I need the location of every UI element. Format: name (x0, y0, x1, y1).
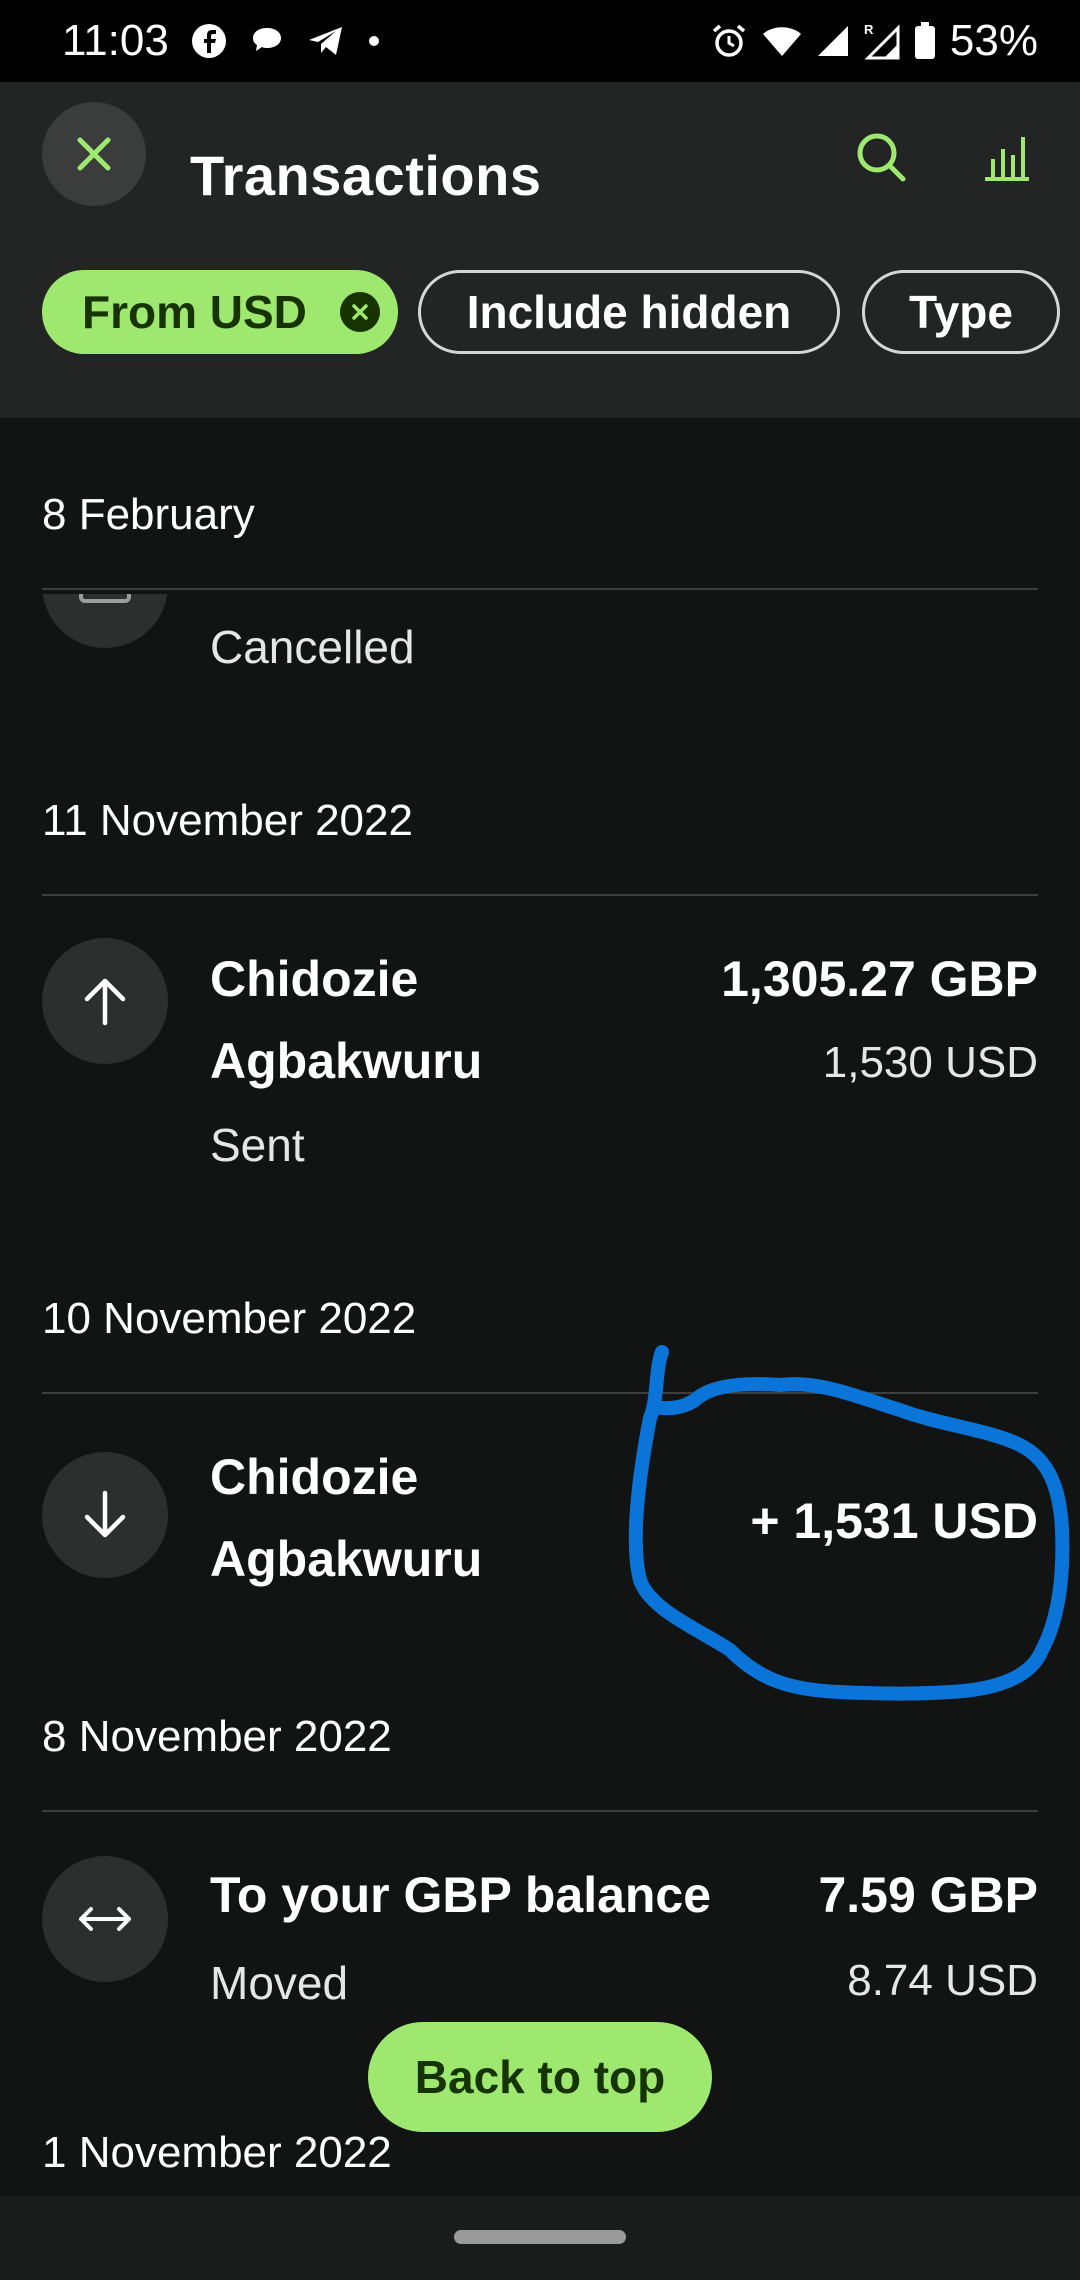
arrow-up-icon (84, 978, 126, 1026)
remove-filter-icon[interactable] (340, 292, 380, 332)
facebook-icon (191, 23, 227, 59)
transaction-sub-amount: 1,530 USD (822, 1038, 1038, 1087)
date-header: 1 November 2022 (42, 2128, 392, 2177)
search-button[interactable] (846, 122, 916, 192)
divider (42, 894, 1038, 896)
transaction-icon (42, 938, 168, 1064)
page-title: Transactions (190, 144, 542, 198)
date-header: 11 November 2022 (42, 796, 413, 845)
chat-bubble-icon (249, 23, 285, 59)
divider (42, 1810, 1038, 1812)
date-header: 8 November 2022 (42, 1712, 392, 1761)
transaction-status: Sent (210, 1119, 305, 1171)
system-nav-bar (0, 2196, 1080, 2280)
app-header: Transactions From USD Include hidden Typ… (0, 82, 1080, 418)
home-gesture-handle[interactable] (454, 2230, 626, 2244)
transaction-sub-amount: 8.74 USD (847, 1956, 1038, 2005)
search-icon (857, 133, 906, 182)
filter-chip-include-hidden[interactable]: Include hidden (418, 270, 840, 354)
close-icon (77, 137, 111, 171)
status-right: R 53% (710, 16, 1038, 66)
telegram-icon (307, 23, 345, 59)
signal-roaming-icon: R (864, 22, 900, 60)
transaction-name: Agbakwuru (210, 1033, 483, 1089)
transaction-name: Chidozie (210, 1449, 419, 1505)
signal-icon (816, 24, 850, 58)
transaction-status: Moved (210, 1957, 349, 2009)
wifi-icon (762, 24, 802, 58)
transaction-status: Cancelled (210, 621, 415, 673)
battery-icon (914, 22, 936, 60)
battery-percent: 53% (949, 16, 1038, 65)
transaction-name: Chidozie (210, 951, 419, 1007)
transaction-name: To your GBP balance (210, 1867, 712, 1923)
arrows-left-right-icon (79, 1907, 131, 1931)
transaction-name: Agbakwuru (210, 1531, 483, 1587)
status-left: 11:03 (62, 16, 381, 66)
divider (42, 1392, 1038, 1394)
transaction-amount: 7.59 GBP (818, 1867, 1038, 1923)
divider (42, 588, 1038, 590)
bar-chart-icon (985, 137, 1029, 181)
filter-chip-label: Include hidden (466, 286, 792, 338)
filter-chip-label: From USD (82, 286, 307, 338)
transaction-icon (42, 1452, 168, 1578)
dot-icon (367, 34, 381, 48)
status-time: 11:03 (62, 16, 169, 65)
transaction-icon (42, 1856, 168, 1982)
alarm-icon (710, 22, 748, 60)
filter-chip-label: Type (909, 286, 1013, 338)
date-header: 10 November 2022 (42, 1294, 417, 1343)
date-header: 8 February (42, 490, 255, 539)
arrow-down-icon (84, 1490, 126, 1538)
transaction-amount: + 1,531 USD (750, 1493, 1038, 1549)
close-button[interactable] (42, 102, 146, 206)
back-to-top-button[interactable]: Back to top (368, 2022, 712, 2132)
filter-chip-type[interactable]: Type (862, 270, 1060, 354)
status-bar: 11:03 R 53% (0, 0, 1080, 82)
insights-button[interactable] (972, 122, 1042, 192)
filter-chip-from-usd[interactable]: From USD (42, 270, 398, 354)
svg-text:R: R (864, 22, 874, 37)
transaction-amount: 1,305.27 GBP (721, 951, 1038, 1007)
